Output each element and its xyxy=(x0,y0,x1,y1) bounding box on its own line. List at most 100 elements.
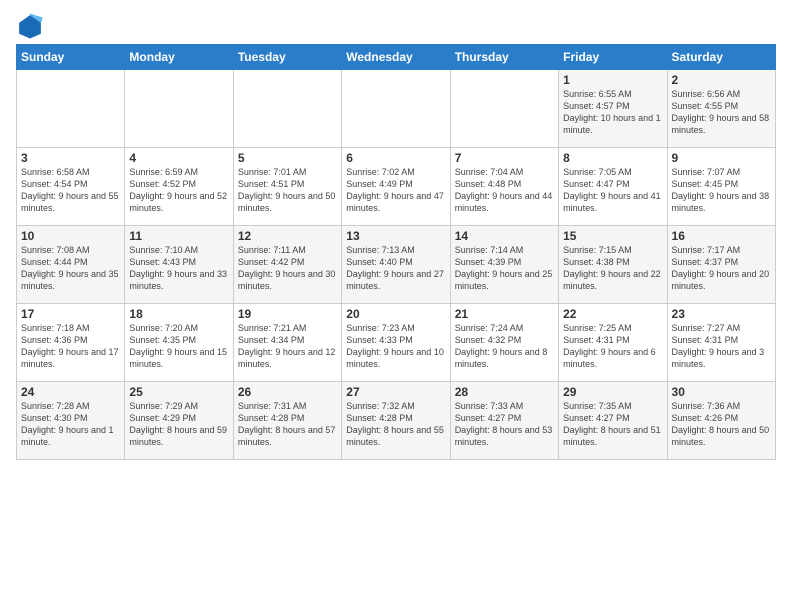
calendar-cell: 11Sunrise: 7:10 AM Sunset: 4:43 PM Dayli… xyxy=(125,226,233,304)
col-header-friday: Friday xyxy=(559,45,667,70)
day-info: Sunrise: 7:05 AM Sunset: 4:47 PM Dayligh… xyxy=(563,166,662,215)
day-info: Sunrise: 6:55 AM Sunset: 4:57 PM Dayligh… xyxy=(563,88,662,137)
calendar-cell: 1Sunrise: 6:55 AM Sunset: 4:57 PM Daylig… xyxy=(559,70,667,148)
day-number: 24 xyxy=(21,385,120,399)
day-info: Sunrise: 7:15 AM Sunset: 4:38 PM Dayligh… xyxy=(563,244,662,293)
calendar-cell: 9Sunrise: 7:07 AM Sunset: 4:45 PM Daylig… xyxy=(667,148,775,226)
calendar-cell xyxy=(233,70,341,148)
day-number: 10 xyxy=(21,229,120,243)
calendar-cell: 10Sunrise: 7:08 AM Sunset: 4:44 PM Dayli… xyxy=(17,226,125,304)
day-info: Sunrise: 7:17 AM Sunset: 4:37 PM Dayligh… xyxy=(672,244,771,293)
calendar-cell: 3Sunrise: 6:58 AM Sunset: 4:54 PM Daylig… xyxy=(17,148,125,226)
calendar-cell: 4Sunrise: 6:59 AM Sunset: 4:52 PM Daylig… xyxy=(125,148,233,226)
calendar-cell xyxy=(342,70,450,148)
day-info: Sunrise: 7:25 AM Sunset: 4:31 PM Dayligh… xyxy=(563,322,662,371)
day-number: 11 xyxy=(129,229,228,243)
calendar-cell: 19Sunrise: 7:21 AM Sunset: 4:34 PM Dayli… xyxy=(233,304,341,382)
day-number: 28 xyxy=(455,385,554,399)
day-number: 25 xyxy=(129,385,228,399)
calendar-cell: 6Sunrise: 7:02 AM Sunset: 4:49 PM Daylig… xyxy=(342,148,450,226)
calendar-cell: 16Sunrise: 7:17 AM Sunset: 4:37 PM Dayli… xyxy=(667,226,775,304)
day-info: Sunrise: 7:10 AM Sunset: 4:43 PM Dayligh… xyxy=(129,244,228,293)
day-info: Sunrise: 6:56 AM Sunset: 4:55 PM Dayligh… xyxy=(672,88,771,137)
day-number: 8 xyxy=(563,151,662,165)
day-number: 26 xyxy=(238,385,337,399)
week-row-2: 10Sunrise: 7:08 AM Sunset: 4:44 PM Dayli… xyxy=(17,226,776,304)
page-container: SundayMondayTuesdayWednesdayThursdayFrid… xyxy=(0,0,792,468)
day-number: 19 xyxy=(238,307,337,321)
header-row: SundayMondayTuesdayWednesdayThursdayFrid… xyxy=(17,45,776,70)
day-info: Sunrise: 7:35 AM Sunset: 4:27 PM Dayligh… xyxy=(563,400,662,449)
calendar-cell: 24Sunrise: 7:28 AM Sunset: 4:30 PM Dayli… xyxy=(17,382,125,460)
day-number: 29 xyxy=(563,385,662,399)
day-number: 23 xyxy=(672,307,771,321)
calendar-cell: 26Sunrise: 7:31 AM Sunset: 4:28 PM Dayli… xyxy=(233,382,341,460)
logo xyxy=(16,12,48,40)
day-info: Sunrise: 7:21 AM Sunset: 4:34 PM Dayligh… xyxy=(238,322,337,371)
day-number: 4 xyxy=(129,151,228,165)
col-header-tuesday: Tuesday xyxy=(233,45,341,70)
calendar-cell: 30Sunrise: 7:36 AM Sunset: 4:26 PM Dayli… xyxy=(667,382,775,460)
calendar-table: SundayMondayTuesdayWednesdayThursdayFrid… xyxy=(16,44,776,460)
day-info: Sunrise: 7:04 AM Sunset: 4:48 PM Dayligh… xyxy=(455,166,554,215)
day-number: 18 xyxy=(129,307,228,321)
calendar-cell: 28Sunrise: 7:33 AM Sunset: 4:27 PM Dayli… xyxy=(450,382,558,460)
day-number: 30 xyxy=(672,385,771,399)
day-info: Sunrise: 7:23 AM Sunset: 4:33 PM Dayligh… xyxy=(346,322,445,371)
day-number: 16 xyxy=(672,229,771,243)
day-number: 12 xyxy=(238,229,337,243)
day-number: 2 xyxy=(672,73,771,87)
col-header-thursday: Thursday xyxy=(450,45,558,70)
day-info: Sunrise: 7:31 AM Sunset: 4:28 PM Dayligh… xyxy=(238,400,337,449)
day-number: 22 xyxy=(563,307,662,321)
calendar-cell: 12Sunrise: 7:11 AM Sunset: 4:42 PM Dayli… xyxy=(233,226,341,304)
day-info: Sunrise: 7:32 AM Sunset: 4:28 PM Dayligh… xyxy=(346,400,445,449)
header xyxy=(16,12,776,40)
calendar-cell: 22Sunrise: 7:25 AM Sunset: 4:31 PM Dayli… xyxy=(559,304,667,382)
day-info: Sunrise: 7:29 AM Sunset: 4:29 PM Dayligh… xyxy=(129,400,228,449)
day-info: Sunrise: 7:33 AM Sunset: 4:27 PM Dayligh… xyxy=(455,400,554,449)
calendar-cell: 13Sunrise: 7:13 AM Sunset: 4:40 PM Dayli… xyxy=(342,226,450,304)
day-info: Sunrise: 7:36 AM Sunset: 4:26 PM Dayligh… xyxy=(672,400,771,449)
day-info: Sunrise: 7:11 AM Sunset: 4:42 PM Dayligh… xyxy=(238,244,337,293)
week-row-1: 3Sunrise: 6:58 AM Sunset: 4:54 PM Daylig… xyxy=(17,148,776,226)
week-row-4: 24Sunrise: 7:28 AM Sunset: 4:30 PM Dayli… xyxy=(17,382,776,460)
day-info: Sunrise: 7:27 AM Sunset: 4:31 PM Dayligh… xyxy=(672,322,771,371)
day-number: 14 xyxy=(455,229,554,243)
calendar-cell: 8Sunrise: 7:05 AM Sunset: 4:47 PM Daylig… xyxy=(559,148,667,226)
day-number: 20 xyxy=(346,307,445,321)
day-info: Sunrise: 7:18 AM Sunset: 4:36 PM Dayligh… xyxy=(21,322,120,371)
day-number: 15 xyxy=(563,229,662,243)
day-number: 27 xyxy=(346,385,445,399)
calendar-cell xyxy=(17,70,125,148)
week-row-0: 1Sunrise: 6:55 AM Sunset: 4:57 PM Daylig… xyxy=(17,70,776,148)
col-header-monday: Monday xyxy=(125,45,233,70)
col-header-sunday: Sunday xyxy=(17,45,125,70)
day-number: 9 xyxy=(672,151,771,165)
calendar-cell: 27Sunrise: 7:32 AM Sunset: 4:28 PM Dayli… xyxy=(342,382,450,460)
day-info: Sunrise: 7:14 AM Sunset: 4:39 PM Dayligh… xyxy=(455,244,554,293)
day-info: Sunrise: 7:28 AM Sunset: 4:30 PM Dayligh… xyxy=(21,400,120,449)
calendar-cell: 20Sunrise: 7:23 AM Sunset: 4:33 PM Dayli… xyxy=(342,304,450,382)
day-number: 21 xyxy=(455,307,554,321)
day-number: 7 xyxy=(455,151,554,165)
calendar-cell xyxy=(450,70,558,148)
day-info: Sunrise: 7:08 AM Sunset: 4:44 PM Dayligh… xyxy=(21,244,120,293)
week-row-3: 17Sunrise: 7:18 AM Sunset: 4:36 PM Dayli… xyxy=(17,304,776,382)
calendar-cell: 25Sunrise: 7:29 AM Sunset: 4:29 PM Dayli… xyxy=(125,382,233,460)
calendar-cell: 7Sunrise: 7:04 AM Sunset: 4:48 PM Daylig… xyxy=(450,148,558,226)
day-info: Sunrise: 6:59 AM Sunset: 4:52 PM Dayligh… xyxy=(129,166,228,215)
calendar-cell: 5Sunrise: 7:01 AM Sunset: 4:51 PM Daylig… xyxy=(233,148,341,226)
calendar-cell: 23Sunrise: 7:27 AM Sunset: 4:31 PM Dayli… xyxy=(667,304,775,382)
calendar-cell: 29Sunrise: 7:35 AM Sunset: 4:27 PM Dayli… xyxy=(559,382,667,460)
day-number: 6 xyxy=(346,151,445,165)
calendar-cell: 15Sunrise: 7:15 AM Sunset: 4:38 PM Dayli… xyxy=(559,226,667,304)
calendar-cell: 2Sunrise: 6:56 AM Sunset: 4:55 PM Daylig… xyxy=(667,70,775,148)
day-info: Sunrise: 7:01 AM Sunset: 4:51 PM Dayligh… xyxy=(238,166,337,215)
day-info: Sunrise: 7:02 AM Sunset: 4:49 PM Dayligh… xyxy=(346,166,445,215)
calendar-cell: 14Sunrise: 7:14 AM Sunset: 4:39 PM Dayli… xyxy=(450,226,558,304)
calendar-cell: 17Sunrise: 7:18 AM Sunset: 4:36 PM Dayli… xyxy=(17,304,125,382)
day-info: Sunrise: 7:07 AM Sunset: 4:45 PM Dayligh… xyxy=(672,166,771,215)
day-info: Sunrise: 7:24 AM Sunset: 4:32 PM Dayligh… xyxy=(455,322,554,371)
day-info: Sunrise: 7:13 AM Sunset: 4:40 PM Dayligh… xyxy=(346,244,445,293)
